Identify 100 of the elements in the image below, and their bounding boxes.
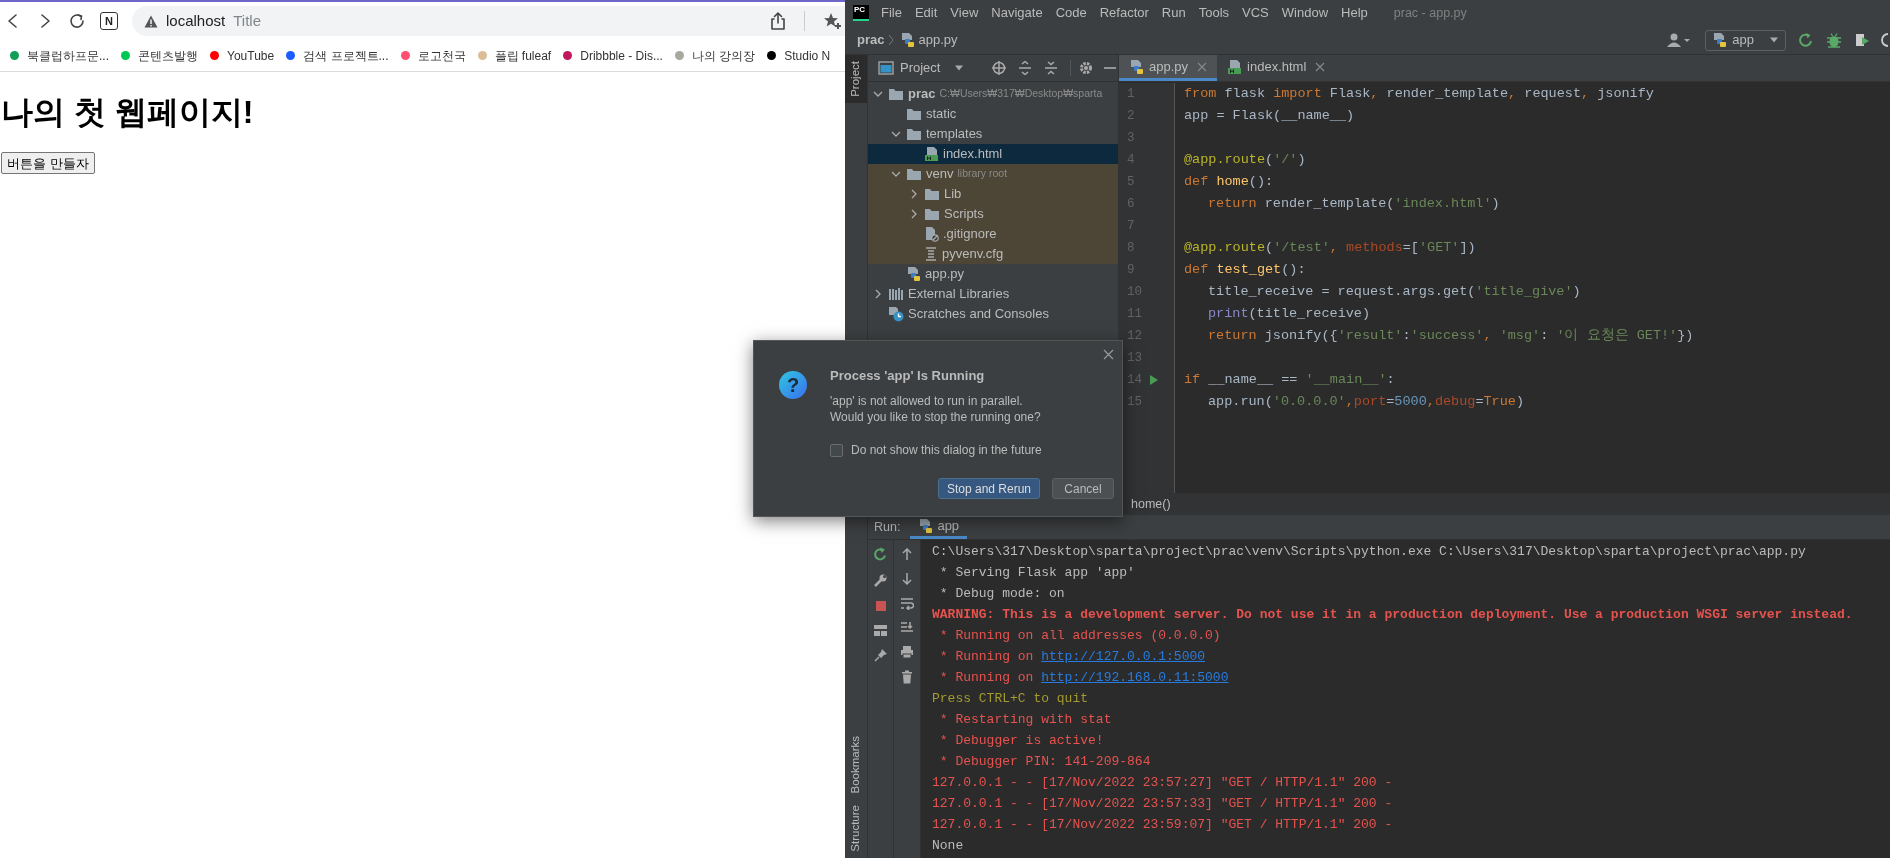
code-line: def home(): — [1184, 173, 1275, 191]
app-logo: PC — [853, 5, 869, 21]
python-file-icon — [1129, 58, 1144, 75]
menu-item[interactable]: Window — [1280, 3, 1330, 23]
dialog-button[interactable]: Cancel — [1052, 478, 1114, 499]
code-line: if __name__ == '__main__': — [1184, 371, 1396, 389]
bookmark-label: 플립 fuleaf — [494, 47, 552, 65]
coverage-icon[interactable] — [1854, 32, 1870, 48]
page-button[interactable]: 버튼을 만들자 — [1, 152, 95, 174]
library-icon — [888, 287, 904, 301]
rerun-icon[interactable] — [873, 547, 888, 562]
tree-item[interactable]: templates — [868, 124, 1118, 144]
share-icon[interactable] — [770, 12, 786, 30]
run-gutter-icon[interactable] — [1149, 374, 1159, 386]
console-line: C:\Users\317\Desktop\sparta\project\prac\venv\Scripts\python.exe C:\Users\317\Desktop\sparta\project\prac\app.py — [932, 543, 1807, 561]
scroll-to-end-icon[interactable] — [900, 621, 914, 634]
bookmark-label: 로고천국 — [417, 47, 466, 65]
checkbox[interactable] — [830, 443, 843, 457]
tree-item[interactable]: pyvenv.cfg — [868, 244, 1118, 264]
page-title: Title — [233, 10, 262, 31]
console-link[interactable]: http://192.168.0.11:5000 — [1041, 667, 1229, 688]
tree-item[interactable]: app.py — [868, 264, 1118, 284]
bookmark[interactable]: Studio N — [767, 43, 831, 68]
warning-icon — [144, 14, 158, 28]
tree-item[interactable]: static — [868, 104, 1118, 124]
arrow-up-icon[interactable] — [901, 547, 913, 561]
user-icon[interactable] — [1667, 32, 1692, 48]
tree-item[interactable]: External Libraries — [868, 284, 1118, 304]
side-tab[interactable]: Bookmarks — [845, 729, 867, 800]
dialog-button[interactable]: Stop and Rerun — [938, 478, 1040, 499]
extension-button[interactable]: N — [100, 12, 118, 30]
bug-icon[interactable] — [1826, 32, 1842, 48]
soft-wrap-icon[interactable] — [900, 597, 914, 610]
editor-tab[interactable]: app.py — [1119, 55, 1218, 81]
tree-item[interactable]: venv library root — [868, 164, 1118, 184]
wrench-icon[interactable] — [873, 573, 888, 588]
stop-icon[interactable] — [873, 599, 888, 613]
bookmark[interactable]: 검색 프로젝트... — [286, 43, 389, 68]
pin-icon[interactable] — [873, 648, 888, 662]
tree-item[interactable]: Scripts — [868, 204, 1118, 224]
address-bar[interactable]: localhost Title — [132, 6, 845, 36]
bookmark[interactable]: 북클럽하프문... — [10, 43, 109, 68]
locate-icon[interactable] — [992, 61, 1007, 75]
collapse-all-icon[interactable] — [1044, 61, 1059, 75]
menu-item[interactable]: File — [880, 3, 903, 23]
expand-all-icon[interactable] — [1018, 61, 1033, 75]
code-line: print(title_receive) — [1207, 305, 1372, 323]
menu-item[interactable]: Navigate — [990, 3, 1044, 23]
star-add-icon[interactable] — [823, 12, 843, 30]
console-line: 127.0.0.1 - - [17/Nov/2022 23:57:27] "GET / HTTP/1.1" 200 - — [932, 774, 1394, 792]
editor-tab[interactable]: index.html — [1217, 55, 1336, 81]
tree-item[interactable]: Lib — [868, 184, 1118, 204]
run-label: Run: — [874, 518, 901, 536]
reload-icon[interactable] — [68, 12, 86, 30]
tree-item[interactable]: prac C:₩Users₩317₩Desktop₩sparta — [868, 84, 1118, 104]
menu-item[interactable]: VCS — [1241, 3, 1270, 23]
folder-icon — [906, 127, 922, 141]
caret-icon[interactable] — [954, 65, 965, 71]
console-line: * Debugger is active! — [938, 732, 1105, 750]
console-line: * Serving Flask app 'app' — [938, 564, 1136, 582]
menu-item[interactable]: Edit — [913, 3, 939, 23]
menu-item[interactable]: View — [949, 3, 980, 23]
html-file-icon — [1227, 58, 1243, 75]
side-tab[interactable]: Structure — [845, 799, 867, 858]
print-icon[interactable] — [900, 645, 914, 659]
dialog-title: Process 'app' Is Running — [830, 367, 986, 385]
menu-item[interactable]: Help — [1340, 3, 1369, 23]
bookmark-label: Studio N — [784, 47, 831, 65]
console-line: * Debugger PIN: 141-209-864 — [938, 753, 1152, 771]
console-line: * Debug mode: on — [938, 585, 1066, 603]
arrow-down-icon[interactable] — [901, 572, 913, 586]
tree-item[interactable]: Scratches and Consoles — [868, 304, 1118, 324]
menu-item[interactable]: Run — [1160, 3, 1187, 23]
editor-breadcrumb[interactable]: home() — [1131, 495, 1171, 514]
bookmark[interactable]: 콘텐츠발행 — [121, 43, 198, 68]
close-icon[interactable] — [1315, 61, 1326, 72]
code-line: return render_template('index.html') — [1207, 195, 1501, 213]
console-link[interactable]: http://127.0.0.1:5000 — [1041, 646, 1206, 667]
dialog-message: 'app' is not allowed to run in parallel. — [830, 393, 1024, 409]
tree-item[interactable]: .gitignore — [868, 224, 1118, 244]
breadcrumb-item[interactable]: app.py — [918, 30, 958, 50]
layout-icon[interactable] — [873, 624, 888, 637]
bookmark[interactable]: 로고천국 — [400, 43, 466, 68]
side-tab[interactable]: Project — [845, 55, 867, 103]
menu-item[interactable]: Code — [1054, 3, 1088, 23]
run-config-dropdown[interactable]: app — [1705, 29, 1786, 51]
close-icon[interactable] — [1103, 349, 1114, 360]
tree-item[interactable]: index.html — [868, 144, 1118, 164]
menu-item[interactable]: Tools — [1197, 3, 1231, 23]
bookmark[interactable]: 나의 강의장 — [674, 43, 756, 68]
console-line: * Running on all addresses (0.0.0.0) — [938, 627, 1222, 645]
menu-item[interactable]: Refactor — [1098, 3, 1150, 23]
bookmark[interactable]: Dribbble - Dis... — [563, 43, 663, 68]
trash-icon[interactable] — [901, 670, 913, 684]
bookmark[interactable]: YouTube — [210, 43, 275, 68]
settings-icon[interactable] — [1079, 61, 1094, 75]
breadcrumb-item[interactable]: prac — [857, 30, 885, 50]
bookmark[interactable]: 플립 fuleaf — [477, 43, 552, 68]
rerun-icon[interactable] — [1798, 32, 1814, 48]
panel-icon — [878, 61, 894, 75]
